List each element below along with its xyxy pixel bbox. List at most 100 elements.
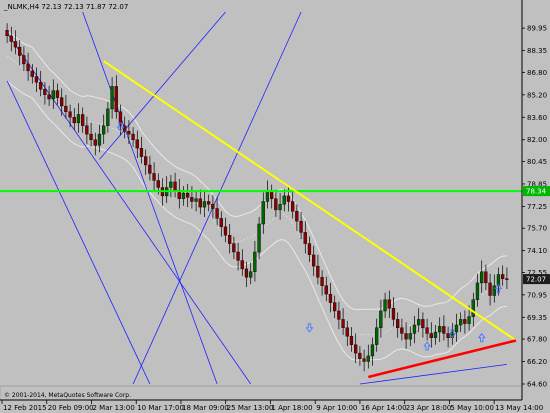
candle-body xyxy=(278,204,282,211)
candle-body xyxy=(106,108,110,126)
candle-body xyxy=(68,111,72,118)
candle-body xyxy=(114,86,118,112)
candle-body xyxy=(454,324,459,333)
candle-body xyxy=(215,208,219,219)
price-tick-label: 80.45 xyxy=(527,158,547,166)
candle-body xyxy=(93,139,97,146)
candle-body xyxy=(232,243,236,253)
candle-body xyxy=(265,191,270,202)
candle-body xyxy=(312,254,316,267)
candle-body xyxy=(475,282,480,300)
last-price-label: 72.07 xyxy=(526,276,546,284)
candle-body xyxy=(60,97,64,107)
candle-body xyxy=(9,35,13,42)
price-tick-label: 89.95 xyxy=(527,25,547,33)
candle-body xyxy=(97,133,102,146)
candle-body xyxy=(286,195,291,202)
price-tick-label: 66.20 xyxy=(527,358,547,366)
price-tick-label: 85.20 xyxy=(527,91,547,99)
candle-body xyxy=(492,285,496,296)
candle-body xyxy=(349,336,354,345)
time-tick-label: 20 Feb 09:00 xyxy=(48,404,94,412)
candle-body xyxy=(362,358,366,362)
candle-body xyxy=(34,76,39,83)
symbol-header: _NLMK,H4 72.13 72.13 71.87 72.07 xyxy=(3,3,128,11)
candle-body xyxy=(412,324,417,334)
candle-body xyxy=(261,201,265,225)
candle-body xyxy=(421,319,425,328)
candle-body xyxy=(143,156,148,166)
price-tick-label: 69.35 xyxy=(527,314,547,322)
candle-body xyxy=(39,81,43,90)
candle-body xyxy=(307,243,312,256)
candle-body xyxy=(80,114,85,126)
time-tick-label: 13 May 14:00 xyxy=(495,404,543,412)
time-tick-label: 16 Apr 14:00 xyxy=(361,404,407,412)
candle-body xyxy=(26,63,30,72)
time-tick-label: 10 Mar 17:00 xyxy=(137,404,184,412)
price-tick-label: 74.10 xyxy=(527,247,547,255)
candle-body xyxy=(202,201,207,208)
candle-body xyxy=(55,90,60,98)
candle-body xyxy=(404,333,408,340)
time-tick-label: 1 Apr 18:00 xyxy=(271,404,312,412)
time-tick-label: 18 Mar 09:00 xyxy=(182,404,229,412)
time-tick-label: 2 Mar 13:00 xyxy=(93,404,135,412)
candle-body xyxy=(156,180,160,188)
candle-body xyxy=(22,55,26,65)
candle-body xyxy=(101,125,106,135)
candle-body xyxy=(333,302,337,312)
candle-body xyxy=(480,271,484,284)
candle-body xyxy=(18,46,22,56)
chart-window[interactable]: 89.95 88.35 86.80 85.20 83.60 82.00 80.45 78.85… xyxy=(0,0,550,413)
candle-body xyxy=(459,319,463,326)
candle-body xyxy=(223,226,228,236)
candle-body xyxy=(400,327,404,334)
price-tick-label: 83.60 xyxy=(527,114,547,122)
candle-body xyxy=(467,316,471,324)
candle-body xyxy=(417,319,421,326)
price-tick-label: 88.35 xyxy=(527,47,547,55)
candle-body xyxy=(181,192,186,199)
candle-body xyxy=(324,285,328,295)
candle-body xyxy=(442,326,446,334)
candle-body xyxy=(396,319,400,328)
candle-body xyxy=(345,327,349,337)
candle-body xyxy=(72,117,76,124)
candle-body xyxy=(316,265,320,278)
level-price-label: 78.34 xyxy=(526,188,547,196)
candle-body xyxy=(274,198,278,211)
price-tick-label: 64.60 xyxy=(527,381,547,389)
candle-body xyxy=(169,181,173,188)
candle-body xyxy=(152,173,156,181)
candle-body xyxy=(328,294,333,303)
time-tick-label: 23 Apr 18:00 xyxy=(406,404,452,412)
candle-body xyxy=(64,105,68,112)
candle-body xyxy=(505,278,509,280)
candle-body xyxy=(43,88,47,95)
copyright-watermark: © 2001-2014, MetaQuotes Software Corp. xyxy=(4,392,131,399)
candle-body xyxy=(194,198,198,202)
candle-body xyxy=(484,271,488,284)
candle-body xyxy=(253,251,257,272)
candle-body xyxy=(198,198,202,208)
candle-body xyxy=(240,260,244,270)
time-tick-label: 9 Apr 10:00 xyxy=(316,404,357,412)
price-chart[interactable]: 89.9588.3586.8085.2083.6082.0080.4578.85… xyxy=(0,0,550,413)
candle-body xyxy=(89,133,93,140)
candle-body xyxy=(190,197,194,202)
price-tick-label: 82.00 xyxy=(527,136,547,144)
candle-body xyxy=(13,41,18,48)
candle-body xyxy=(471,299,475,317)
candle-body xyxy=(148,164,152,174)
candle-body xyxy=(383,299,387,312)
candle-body xyxy=(270,191,274,199)
price-tick-label: 67.80 xyxy=(527,336,547,344)
candle-body xyxy=(320,277,324,286)
candle-body xyxy=(5,30,9,37)
time-tick-label: 5 May 10:00 xyxy=(450,404,494,412)
candle-body xyxy=(299,220,303,233)
candle-body xyxy=(501,274,505,279)
candle-body xyxy=(127,131,131,135)
time-tick-label: 12 Feb 2015 xyxy=(3,404,47,412)
